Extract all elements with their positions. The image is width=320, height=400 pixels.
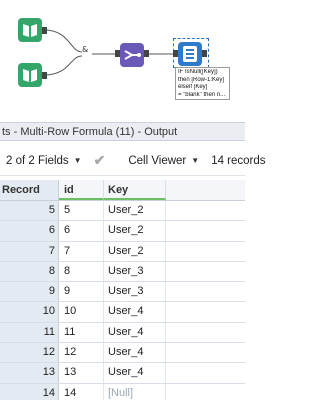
id-cell[interactable]: 5 — [59, 201, 104, 221]
key-cell[interactable]: User_3 — [104, 282, 166, 302]
input-data-tool-1[interactable] — [18, 18, 42, 42]
id-cell[interactable]: 11 — [59, 322, 104, 343]
output-anchor[interactable] — [202, 50, 207, 57]
key-cell[interactable]: User_2 — [104, 201, 166, 221]
key-cell[interactable]: [Null] — [104, 383, 166, 400]
annotation-line: elseif [Key] — [178, 84, 208, 90]
annotation-line: IF IsNull([Key]) — [178, 69, 218, 75]
workflow-canvas[interactable]: & IF IsNull([Key]) then [Row-1:Key] else… — [0, 0, 245, 113]
union-icon — [124, 50, 141, 60]
key-cell[interactable]: User_4 — [104, 302, 166, 322]
record-number-cell[interactable]: 12 — [0, 343, 59, 363]
union-tool[interactable] — [120, 43, 144, 67]
record-number-cell[interactable]: 11 — [0, 322, 59, 343]
id-cell[interactable]: 12 — [59, 343, 104, 363]
grid-body: 5 5 User_2 6 6 User_2 7 7 User_2 8 8 User_3 9 9 User_3… — [0, 201, 245, 400]
record-count: 14 records — [211, 154, 266, 167]
record-number-cell[interactable]: 6 — [0, 221, 59, 241]
cell-viewer-label: Cell Viewer — [128, 154, 187, 167]
annotation-line: = "blank" then n... — [178, 91, 226, 98]
record-number-cell[interactable]: 9 — [0, 282, 59, 302]
book-icon — [23, 24, 37, 37]
output-anchor[interactable] — [144, 50, 149, 57]
table-row[interactable]: 13 13 User_4 — [0, 363, 245, 384]
tool-annotation: IF IsNull([Key]) then [Row-1:Key] elseif… — [175, 67, 230, 100]
fields-dropdown[interactable]: 2 of 2 Fields ▼ — [6, 155, 82, 167]
union-connection-label: & — [82, 45, 89, 54]
input-data-tool-2[interactable] — [18, 63, 42, 87]
id-cell[interactable]: 6 — [59, 221, 104, 241]
header-key[interactable]: Key — [104, 180, 166, 200]
record-number-cell[interactable]: 7 — [0, 241, 59, 261]
multi-row-formula-tool[interactable] — [178, 42, 202, 66]
record-number-cell[interactable]: 13 — [0, 363, 59, 383]
fields-label: 2 of 2 Fields — [6, 154, 69, 167]
table-row[interactable]: 9 9 User_3 — [0, 282, 245, 303]
table-row[interactable]: 8 8 User_3 — [0, 261, 245, 283]
key-cell[interactable]: User_3 — [104, 261, 166, 282]
table-row[interactable]: 12 12 User_4 — [0, 343, 245, 364]
record-number-cell[interactable]: 5 — [0, 201, 59, 221]
id-cell[interactable]: 10 — [59, 302, 104, 322]
book-icon — [23, 69, 37, 82]
table-row[interactable]: 10 10 User_4 — [0, 302, 245, 323]
header-id[interactable]: id — [59, 180, 104, 200]
input-anchor[interactable] — [115, 50, 120, 57]
table-row[interactable]: 5 5 User_2 — [0, 201, 245, 222]
id-cell[interactable]: 8 — [59, 261, 104, 282]
table-row[interactable]: 11 11 User_4 — [0, 322, 245, 344]
id-cell[interactable]: 7 — [59, 241, 104, 261]
key-cell[interactable]: User_4 — [104, 363, 166, 383]
grid-header: Record id Key — [0, 180, 245, 201]
results-panel-title: ts - Multi-Row Formula (11) - Output — [0, 122, 245, 141]
record-number-cell[interactable]: 10 — [0, 302, 59, 322]
multi-row-formula-icon — [183, 46, 197, 62]
output-anchor[interactable] — [42, 27, 47, 34]
table-row[interactable]: 6 6 User_2 — [0, 221, 245, 242]
results-toolbar: 2 of 2 Fields ▼ ✔ Cell Viewer ▼ 14 recor… — [0, 146, 266, 176]
annotation-line: then [Row-1:Key] — [178, 76, 225, 83]
table-row[interactable]: 14 14 [Null] — [0, 383, 245, 400]
key-cell[interactable]: User_4 — [104, 343, 166, 363]
input-anchor[interactable] — [173, 50, 178, 57]
header-record[interactable]: Record — [0, 180, 59, 200]
key-cell[interactable]: User_2 — [104, 241, 166, 261]
caret-down-icon: ▼ — [191, 156, 200, 165]
id-cell[interactable]: 9 — [59, 282, 104, 302]
checkmark-icon[interactable]: ✔ — [94, 152, 106, 169]
record-number-cell[interactable]: 14 — [0, 383, 59, 400]
id-cell[interactable]: 13 — [59, 363, 104, 383]
output-anchor[interactable] — [42, 72, 47, 79]
results-grid[interactable]: Record id Key 5 5 User_2 6 6 User_2 7 7 User_2 8 8… — [0, 180, 245, 400]
caret-down-icon: ▼ — [73, 156, 82, 165]
key-cell[interactable]: User_2 — [104, 221, 166, 241]
record-number-cell[interactable]: 8 — [0, 261, 59, 282]
table-row[interactable]: 7 7 User_2 — [0, 241, 245, 262]
id-cell[interactable]: 14 — [59, 383, 104, 400]
cell-viewer-dropdown[interactable]: Cell Viewer ▼ — [128, 155, 199, 167]
key-cell[interactable]: User_4 — [104, 322, 166, 343]
